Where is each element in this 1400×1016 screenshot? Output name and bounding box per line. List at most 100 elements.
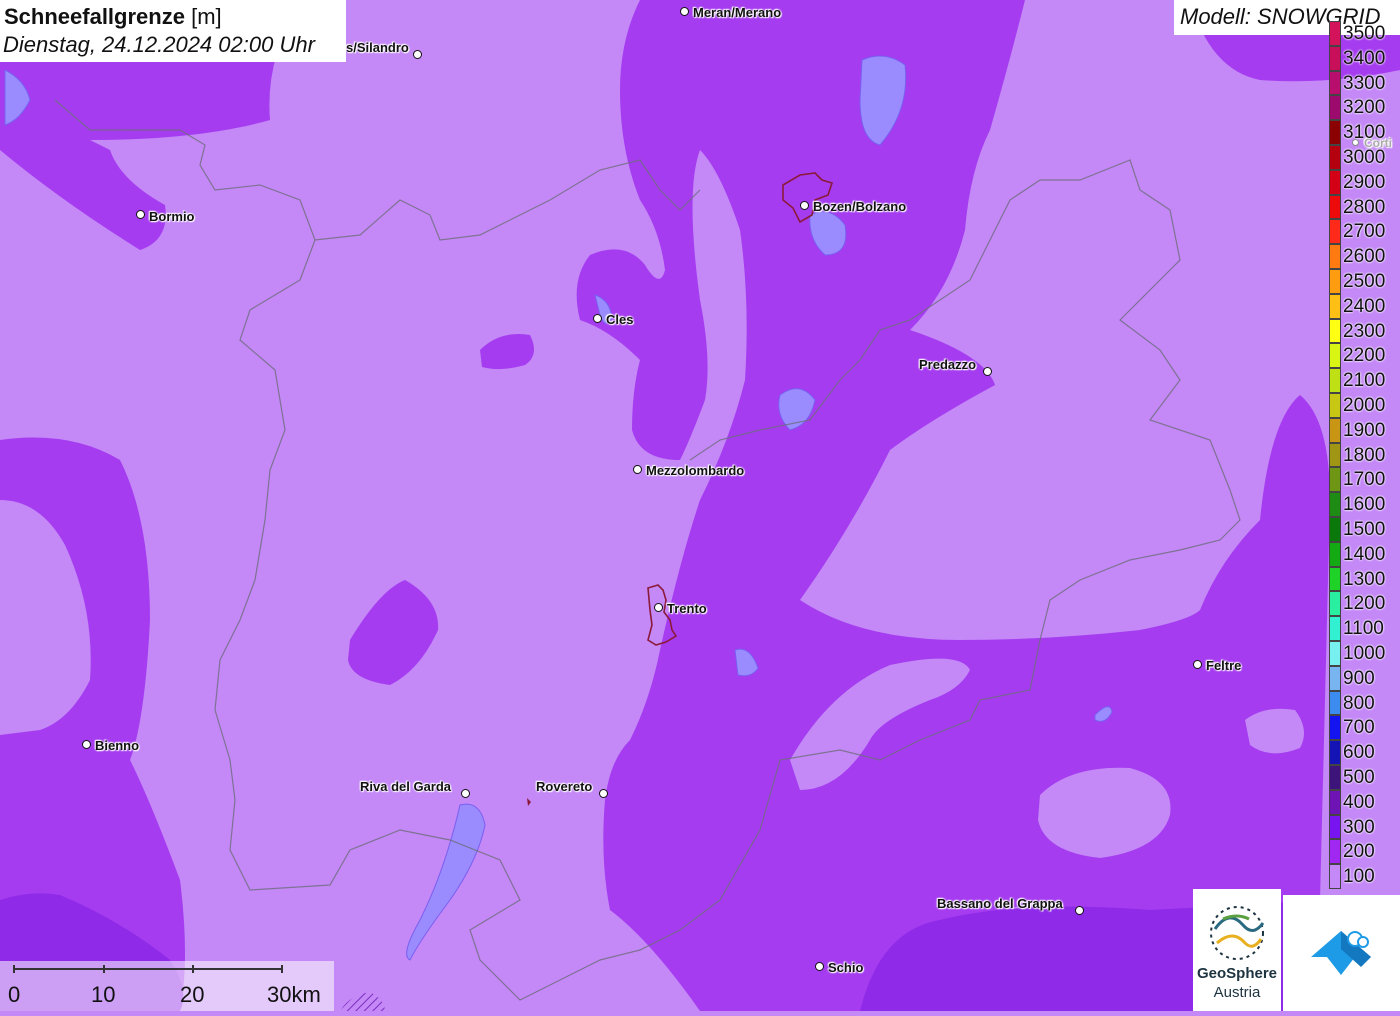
scale-label-20: 20 xyxy=(180,982,205,1007)
legend-swatch xyxy=(1329,814,1341,840)
city-dot xyxy=(599,789,608,798)
title-panel: Schneefallgrenze [m] Dienstag, 24.12.202… xyxy=(0,0,346,62)
legend-entry: 2100 xyxy=(1329,368,1400,393)
city-dot xyxy=(1193,660,1202,669)
city-label-schio: Schio xyxy=(828,960,864,975)
legend-label: 700 xyxy=(1343,717,1375,739)
legend-label: 500 xyxy=(1343,767,1375,788)
legend-swatch xyxy=(1329,442,1341,468)
legend-swatch xyxy=(1329,541,1341,567)
legend-swatch xyxy=(1329,70,1341,96)
legend-swatch xyxy=(1329,393,1341,418)
legend-label: 1700 xyxy=(1343,469,1386,491)
legend-entry: 3100 xyxy=(1329,120,1400,145)
legend-entry: 2400 xyxy=(1329,293,1400,319)
legend-label: 900 xyxy=(1343,667,1375,689)
legend-entry: 1700 xyxy=(1329,467,1400,493)
legend-swatch xyxy=(1329,789,1341,815)
legend-label: 2000 xyxy=(1343,395,1386,416)
legend-swatch xyxy=(1329,169,1341,195)
city-dot xyxy=(136,210,145,219)
legend-label: 1000 xyxy=(1343,643,1386,664)
legend-swatch xyxy=(1329,665,1341,691)
legend-entry: 2700 xyxy=(1329,219,1400,245)
legend-swatch xyxy=(1329,839,1341,865)
map-datetime: Dienstag, 24.12.2024 02:00 Uhr xyxy=(3,32,315,57)
legend-entry: 2500 xyxy=(1329,269,1400,294)
legend-label: 3100 xyxy=(1343,122,1386,144)
scale-label-0: 0 xyxy=(8,982,21,1007)
legend-swatch xyxy=(1329,740,1341,765)
app-logo[interactable] xyxy=(1283,895,1400,1011)
legend-entry: 1100 xyxy=(1329,616,1400,641)
legend-swatch xyxy=(1329,120,1341,145)
legend-entry: 500 xyxy=(1329,765,1400,790)
city-dot xyxy=(633,465,642,474)
legend-entry: 700 xyxy=(1329,715,1400,741)
legend-swatch xyxy=(1329,95,1341,121)
city-dot xyxy=(800,201,809,210)
legend-label: 3200 xyxy=(1343,97,1386,119)
geosphere-logo-line1: GeoSphere xyxy=(1196,965,1278,982)
legend-entry: 200 xyxy=(1329,839,1400,865)
legend-label: 1200 xyxy=(1343,593,1386,615)
legend-swatch xyxy=(1329,45,1341,71)
legend-entry: 1300 xyxy=(1329,566,1400,592)
legend-entry: 3400 xyxy=(1329,45,1400,71)
legend-label: 1400 xyxy=(1343,543,1386,565)
city-label-bolzano: Bozen/Bolzano xyxy=(813,199,907,214)
legend-entry: 1600 xyxy=(1329,492,1400,517)
legend-swatch xyxy=(1329,194,1341,220)
legend-entry: 600 xyxy=(1329,740,1400,765)
legend-swatch xyxy=(1329,616,1341,641)
legend-label: 300 xyxy=(1343,816,1375,838)
color-legend: 3500 3400 3300 3200 3100 3000 2900 2800 2700 2600… xyxy=(1329,21,1400,890)
legend-entry: 2800 xyxy=(1329,194,1400,220)
city-label-bassano: Bassano del Grappa xyxy=(937,896,1063,911)
legend-entry: 800 xyxy=(1329,690,1400,716)
legend-label: 3300 xyxy=(1343,72,1386,94)
city-dot xyxy=(593,314,602,323)
city-label-meran: Meran/Merano xyxy=(693,5,782,20)
legend-label: 1300 xyxy=(1343,568,1386,590)
city-dot xyxy=(461,789,470,798)
legend-entry: 2000 xyxy=(1329,393,1400,418)
legend-swatch xyxy=(1329,765,1341,790)
map-title: Schneefallgrenze [m] xyxy=(4,4,222,30)
legend-entry: 3000 xyxy=(1329,145,1400,170)
city-label-mezzolombardo: Mezzolombardo xyxy=(646,463,745,478)
legend-label: 2200 xyxy=(1343,345,1386,367)
legend-entry: 2200 xyxy=(1329,343,1400,369)
legend-entry: 3500 xyxy=(1329,21,1400,46)
legend-swatch xyxy=(1329,343,1341,369)
legend-entry: 400 xyxy=(1329,789,1400,815)
legend-swatch xyxy=(1329,566,1341,592)
geosphere-emblem-icon xyxy=(1210,906,1265,960)
snowfall-limit-map[interactable] xyxy=(0,0,1400,1011)
legend-label: 600 xyxy=(1343,742,1375,764)
legend-entry: 1400 xyxy=(1329,541,1400,567)
legend-label: 100 xyxy=(1343,866,1375,888)
legend-swatch xyxy=(1329,318,1341,344)
city-label-cles: Cles xyxy=(606,312,634,327)
city-label-bormio: Bormio xyxy=(149,209,195,224)
legend-label: 200 xyxy=(1343,841,1375,863)
legend-label: 2900 xyxy=(1343,171,1386,193)
legend-swatch xyxy=(1329,864,1341,889)
legend-entry: 900 xyxy=(1329,665,1400,691)
city-label-predazzo: Predazzo xyxy=(919,357,977,372)
scale-label-10: 10 xyxy=(91,982,116,1007)
legend-label: 2700 xyxy=(1343,221,1386,243)
legend-swatch xyxy=(1329,417,1341,443)
legend-label: 3000 xyxy=(1343,147,1386,168)
legend-label: 1600 xyxy=(1343,494,1386,516)
legend-label: 2400 xyxy=(1343,295,1386,317)
city-dot xyxy=(654,603,663,612)
legend-swatch xyxy=(1329,368,1341,393)
legend-label: 1100 xyxy=(1343,618,1384,640)
legend-entry: 100 xyxy=(1329,864,1400,889)
legend-entry: 300 xyxy=(1329,814,1400,840)
legend-entry: 3200 xyxy=(1329,95,1400,121)
legend-swatch xyxy=(1329,219,1341,245)
geosphere-logo[interactable]: GeoSphere Austria xyxy=(1193,889,1281,1011)
